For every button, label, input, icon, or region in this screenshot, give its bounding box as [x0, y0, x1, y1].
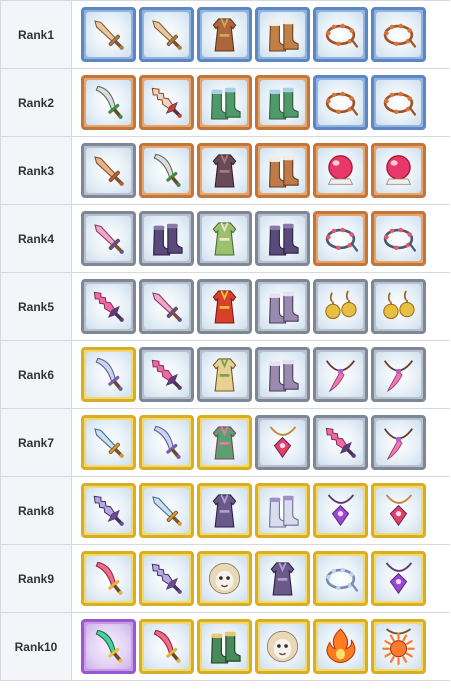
emerald-dagger-icon[interactable] — [81, 619, 136, 674]
green-boots-icon[interactable] — [255, 75, 310, 130]
armored-boots-icon[interactable] — [255, 279, 310, 334]
rank-row: Rank9 — [1, 545, 450, 613]
rank-row: Rank10 — [1, 613, 450, 681]
rank-row: Rank4 — [1, 205, 450, 273]
hooded-cloak-icon[interactable] — [197, 347, 252, 402]
bead-bracelet-icon[interactable] — [371, 7, 426, 62]
dark-skirt-icon[interactable] — [255, 551, 310, 606]
dagger-icon[interactable] — [81, 143, 136, 198]
fur-boots-icon[interactable] — [255, 7, 310, 62]
rank-label: Rank8 — [1, 477, 72, 544]
rank-items — [72, 409, 426, 476]
lion-mask-icon[interactable] — [197, 551, 252, 606]
rank-items — [72, 69, 426, 136]
jade-boots-icon[interactable] — [197, 619, 252, 674]
gold-sword-icon[interactable] — [139, 483, 194, 538]
amethyst-pendant-icon[interactable] — [313, 483, 368, 538]
gold-earrings-icon[interactable] — [371, 279, 426, 334]
crystal-sword-icon[interactable] — [139, 347, 194, 402]
gold-earrings-icon[interactable] — [313, 279, 368, 334]
gold-sword-icon[interactable] — [81, 415, 136, 470]
leather-armor-icon[interactable] — [197, 7, 252, 62]
curved-sword-icon[interactable] — [81, 75, 136, 130]
bead-bracelet-icon[interactable] — [313, 7, 368, 62]
rank-label: Rank3 — [1, 137, 72, 204]
ruby-earring-icon[interactable] — [371, 483, 426, 538]
striped-dress-icon[interactable] — [197, 415, 252, 470]
silver-blade-icon[interactable] — [139, 415, 194, 470]
feather-blade-icon[interactable] — [139, 619, 194, 674]
pink-sword-icon[interactable] — [139, 279, 194, 334]
fire-charm-icon[interactable] — [313, 619, 368, 674]
dark-blade-icon[interactable] — [139, 551, 194, 606]
feather-necklace-icon[interactable] — [313, 347, 368, 402]
rank-row: Rank7 — [1, 409, 450, 477]
rank-items — [72, 273, 426, 340]
silver-greaves-icon[interactable] — [255, 483, 310, 538]
crystal-sword-icon[interactable] — [313, 415, 368, 470]
crystal-sword-icon[interactable] — [81, 279, 136, 334]
rank-items — [72, 1, 426, 68]
rank-label: Rank2 — [1, 69, 72, 136]
silver-blade-icon[interactable] — [81, 347, 136, 402]
crystal-orb-icon[interactable] — [371, 143, 426, 198]
green-boots-icon[interactable] — [197, 75, 252, 130]
rank-items — [72, 613, 426, 680]
green-robe-icon[interactable] — [197, 211, 252, 266]
jagged-sword-icon[interactable] — [139, 75, 194, 130]
armored-boots-icon[interactable] — [255, 347, 310, 402]
feather-necklace-icon[interactable] — [371, 347, 426, 402]
rank-label: Rank1 — [1, 1, 72, 68]
rank-row: Rank3 — [1, 137, 450, 205]
red-dress-icon[interactable] — [197, 279, 252, 334]
rank-row: Rank1 — [1, 1, 450, 69]
rank-row: Rank6 — [1, 341, 450, 409]
feather-blade-icon[interactable] — [81, 551, 136, 606]
studded-bracelet-icon[interactable] — [371, 211, 426, 266]
rank-row: Rank2 — [1, 69, 450, 137]
rank-items — [72, 545, 426, 612]
crystal-orb-icon[interactable] — [313, 143, 368, 198]
rank-row: Rank8 — [1, 477, 450, 545]
rank-label: Rank9 — [1, 545, 72, 612]
curved-sword-icon[interactable] — [139, 143, 194, 198]
rank-label: Rank5 — [1, 273, 72, 340]
rank-items — [72, 205, 426, 272]
rank-label: Rank10 — [1, 613, 72, 680]
dark-skirt-icon[interactable] — [197, 483, 252, 538]
wooden-sword-icon[interactable] — [139, 7, 194, 62]
ruby-earring-icon[interactable] — [255, 415, 310, 470]
rank-label: Rank7 — [1, 409, 72, 476]
purple-boots-icon[interactable] — [139, 211, 194, 266]
pearl-bracelet-icon[interactable] — [313, 551, 368, 606]
rank-label: Rank4 — [1, 205, 72, 272]
sun-pendant-icon[interactable] — [371, 619, 426, 674]
amethyst-pendant-icon[interactable] — [371, 551, 426, 606]
rank-items — [72, 341, 426, 408]
bone-boots-icon[interactable] — [255, 143, 310, 198]
dark-robe-icon[interactable] — [197, 143, 252, 198]
rank-items — [72, 137, 426, 204]
purple-boots-icon[interactable] — [255, 211, 310, 266]
lion-mask-icon[interactable] — [255, 619, 310, 674]
pink-sword-icon[interactable] — [81, 211, 136, 266]
dark-blade-icon[interactable] — [81, 483, 136, 538]
studded-bracelet-icon[interactable] — [313, 211, 368, 266]
feather-necklace-icon[interactable] — [371, 415, 426, 470]
rank-items — [72, 477, 426, 544]
rank-label: Rank6 — [1, 341, 72, 408]
rank-equipment-table: Rank1 Rank2 Rank3 Rank4 Rank5 Rank6 Rank… — [0, 0, 450, 681]
wooden-sword-icon[interactable] — [81, 7, 136, 62]
bead-bracelet-icon[interactable] — [371, 75, 426, 130]
bead-bracelet-icon[interactable] — [313, 75, 368, 130]
rank-row: Rank5 — [1, 273, 450, 341]
